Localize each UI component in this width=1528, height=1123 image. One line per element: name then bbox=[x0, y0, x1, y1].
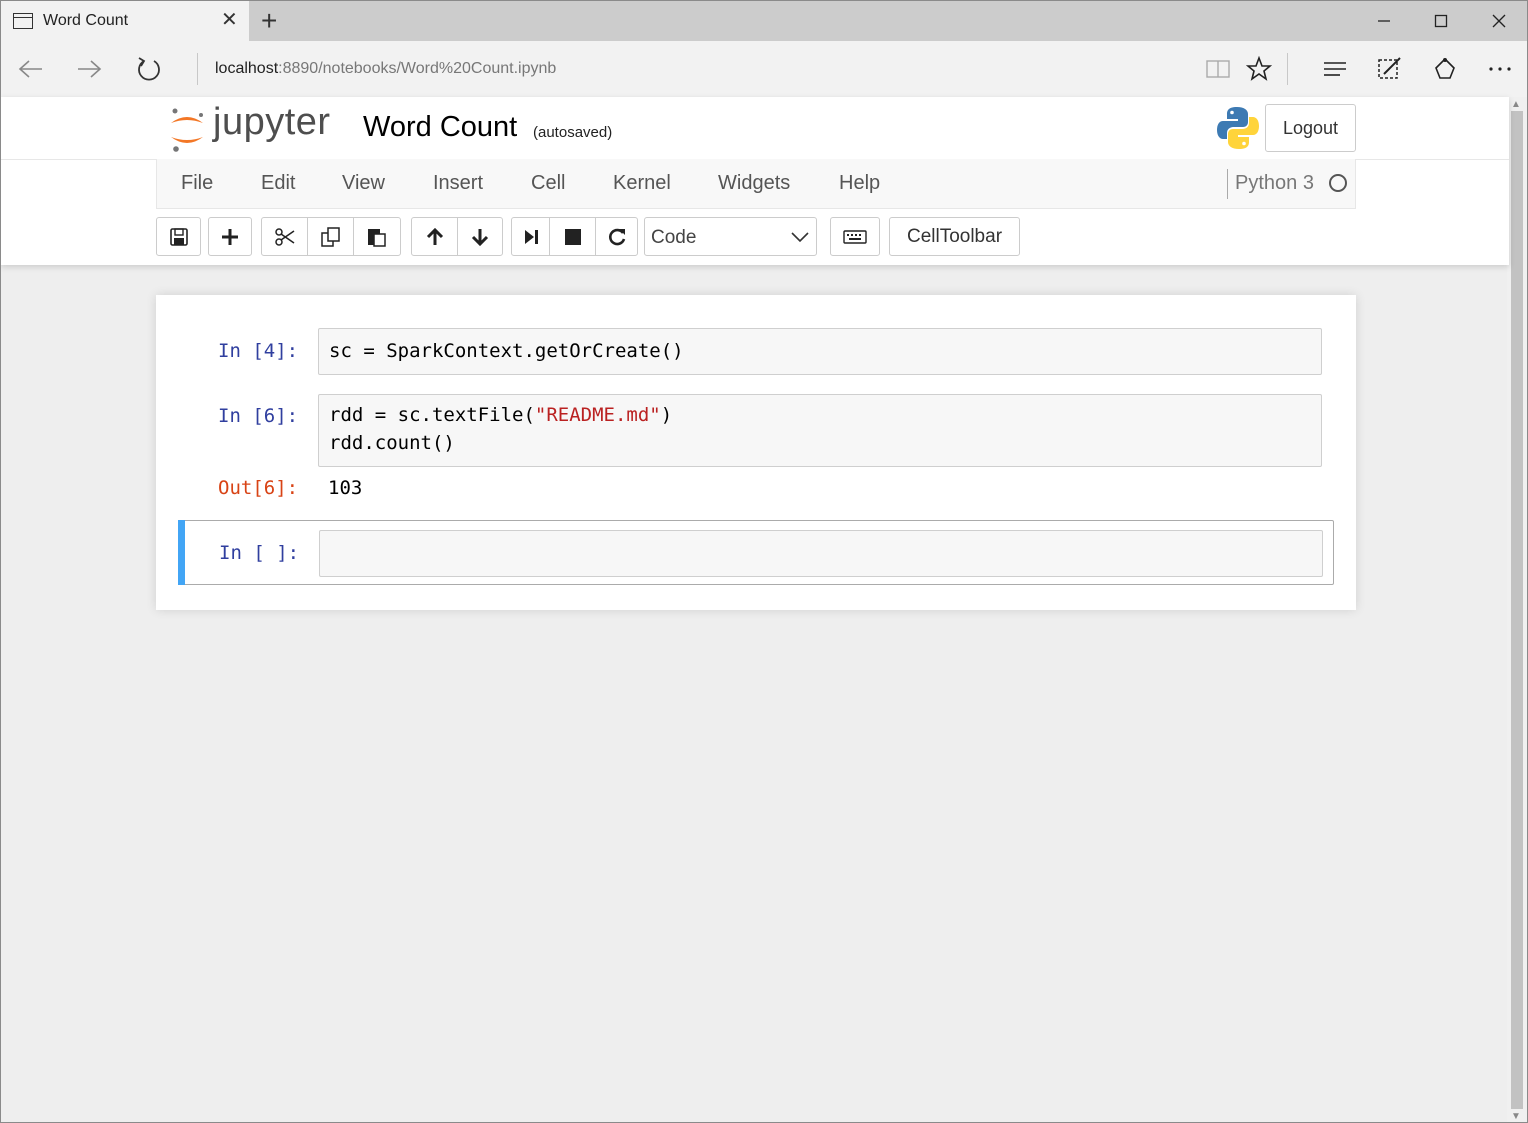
kernel-separator bbox=[1227, 169, 1228, 199]
code-text: rdd = sc.textFile( bbox=[329, 404, 535, 426]
share-icon[interactable] bbox=[1429, 53, 1461, 85]
chevron-down-icon bbox=[791, 232, 809, 243]
reading-view-icon[interactable] bbox=[1202, 53, 1234, 85]
output-prompt: Out[6]: bbox=[218, 477, 299, 499]
tab-title: Word Count bbox=[43, 12, 129, 29]
url-path: :8890/notebooks/Word%20Count.ipynb bbox=[278, 60, 557, 77]
menu-file[interactable]: File bbox=[181, 172, 213, 195]
close-icon[interactable]: ✕ bbox=[221, 9, 238, 31]
scroll-up-icon[interactable]: ▲ bbox=[1511, 99, 1521, 110]
celltoolbar-button[interactable]: CellToolbar bbox=[889, 217, 1020, 256]
code-line: rdd = sc.textFile("README.md") bbox=[329, 404, 672, 426]
menu-insert[interactable]: Insert bbox=[433, 172, 483, 195]
python-logo-icon bbox=[1217, 107, 1259, 149]
menu-view[interactable]: View bbox=[342, 172, 385, 195]
more-icon[interactable] bbox=[1484, 53, 1516, 85]
run-icon bbox=[524, 229, 538, 244]
move-up-button[interactable] bbox=[411, 217, 458, 256]
scroll-down-icon[interactable]: ▼ bbox=[1511, 1111, 1521, 1122]
browser-window: Word Count ✕ + localhost:8890/notebooks/… bbox=[0, 0, 1528, 1123]
copy-icon bbox=[320, 226, 340, 247]
save-button[interactable] bbox=[156, 217, 201, 256]
command-palette-button[interactable] bbox=[830, 217, 880, 256]
autosave-status: (autosaved) bbox=[533, 124, 613, 141]
jupyter-header: jupyter Word Count (autosaved) Logout Fi… bbox=[1, 97, 1509, 265]
maximize-icon[interactable] bbox=[1426, 9, 1456, 33]
browser-tab[interactable]: Word Count ✕ bbox=[1, 1, 249, 41]
scroll-thumb[interactable] bbox=[1511, 111, 1523, 1109]
menu-help[interactable]: Help bbox=[839, 172, 880, 195]
menu-bar: File Edit View Insert Cell Kernel Widget… bbox=[156, 159, 1356, 209]
selected-cell-indicator bbox=[178, 520, 185, 585]
paste-icon bbox=[368, 228, 386, 247]
refresh-icon[interactable] bbox=[133, 53, 165, 85]
tab-bar: Word Count ✕ + bbox=[1, 1, 1527, 41]
menu-widgets[interactable]: Widgets bbox=[718, 172, 790, 195]
restart-icon bbox=[608, 228, 625, 245]
input-prompt: In [4]: bbox=[218, 340, 299, 362]
cut-button[interactable] bbox=[261, 217, 308, 256]
run-cell-button[interactable] bbox=[511, 217, 550, 256]
code-line: rdd.count() bbox=[329, 432, 455, 454]
cell-input[interactable] bbox=[319, 530, 1323, 577]
insert-cell-button[interactable] bbox=[208, 217, 252, 256]
url-host: localhost bbox=[215, 60, 279, 77]
cell-output[interactable]: 103 bbox=[328, 477, 362, 499]
minimize-icon[interactable] bbox=[1369, 9, 1399, 33]
forward-icon[interactable] bbox=[73, 53, 105, 85]
interrupt-icon bbox=[564, 228, 581, 245]
interrupt-kernel-button[interactable] bbox=[549, 217, 596, 256]
save-icon bbox=[169, 227, 188, 246]
url-field[interactable]: localhost:8890/notebooks/Word%20Count.ip… bbox=[215, 60, 556, 78]
insert-cell-icon bbox=[222, 228, 238, 245]
logout-button[interactable]: Logout bbox=[1265, 104, 1356, 152]
jupyter-logo-text: jupyter bbox=[213, 101, 331, 143]
keyboard-icon bbox=[843, 229, 867, 244]
cell-type-select[interactable]: Code bbox=[644, 217, 817, 256]
input-prompt: In [6]: bbox=[218, 405, 299, 427]
hub-icon[interactable] bbox=[1319, 53, 1351, 85]
menu-kernel[interactable]: Kernel bbox=[613, 172, 671, 195]
cut-icon bbox=[274, 227, 294, 246]
code-cell[interactable]: In [6]: rdd = sc.textFile("README.md") r… bbox=[178, 391, 1334, 501]
url-separator bbox=[197, 53, 198, 85]
code-cell[interactable]: In [4]: sc = SparkContext.getOrCreate() bbox=[178, 325, 1334, 381]
input-prompt: In [ ]: bbox=[219, 542, 300, 564]
notebook-container: In [4]: sc = SparkContext.getOrCreate() … bbox=[156, 295, 1356, 610]
copy-button[interactable] bbox=[307, 217, 354, 256]
paste-button[interactable] bbox=[353, 217, 401, 256]
new-tab-icon[interactable]: + bbox=[261, 6, 277, 36]
cell-input[interactable]: rdd = sc.textFile("README.md") rdd.count… bbox=[318, 394, 1322, 467]
notebook-name[interactable]: Word Count bbox=[363, 111, 517, 144]
kernel-idle-indicator-icon bbox=[1329, 174, 1347, 192]
selected-code-cell[interactable]: In [ ]: bbox=[178, 520, 1334, 585]
menu-edit[interactable]: Edit bbox=[261, 172, 295, 195]
move-up-icon bbox=[426, 227, 443, 245]
move-down-icon bbox=[471, 228, 489, 246]
cell-input[interactable]: sc = SparkContext.getOrCreate() bbox=[318, 328, 1322, 375]
code-text: ) bbox=[660, 404, 673, 426]
page-icon bbox=[13, 13, 33, 29]
back-icon[interactable] bbox=[15, 53, 47, 85]
web-note-icon[interactable] bbox=[1373, 53, 1405, 85]
string-literal: "README.md" bbox=[534, 404, 661, 426]
kernel-name[interactable]: Python 3 bbox=[1235, 172, 1314, 195]
restart-kernel-button[interactable] bbox=[595, 217, 638, 256]
vertical-scrollbar[interactable]: ▲ ▼ bbox=[1507, 97, 1527, 1122]
window-close-icon[interactable] bbox=[1484, 9, 1514, 33]
menu-cell[interactable]: Cell bbox=[531, 172, 565, 195]
code-line: sc = SparkContext.getOrCreate() bbox=[329, 340, 684, 362]
toolbar-separator bbox=[1287, 53, 1288, 85]
address-bar: localhost:8890/notebooks/Word%20Count.ip… bbox=[1, 41, 1527, 97]
favorite-star-icon[interactable] bbox=[1243, 53, 1275, 85]
move-down-button[interactable] bbox=[457, 217, 503, 256]
cell-type-value: Code bbox=[651, 227, 697, 248]
